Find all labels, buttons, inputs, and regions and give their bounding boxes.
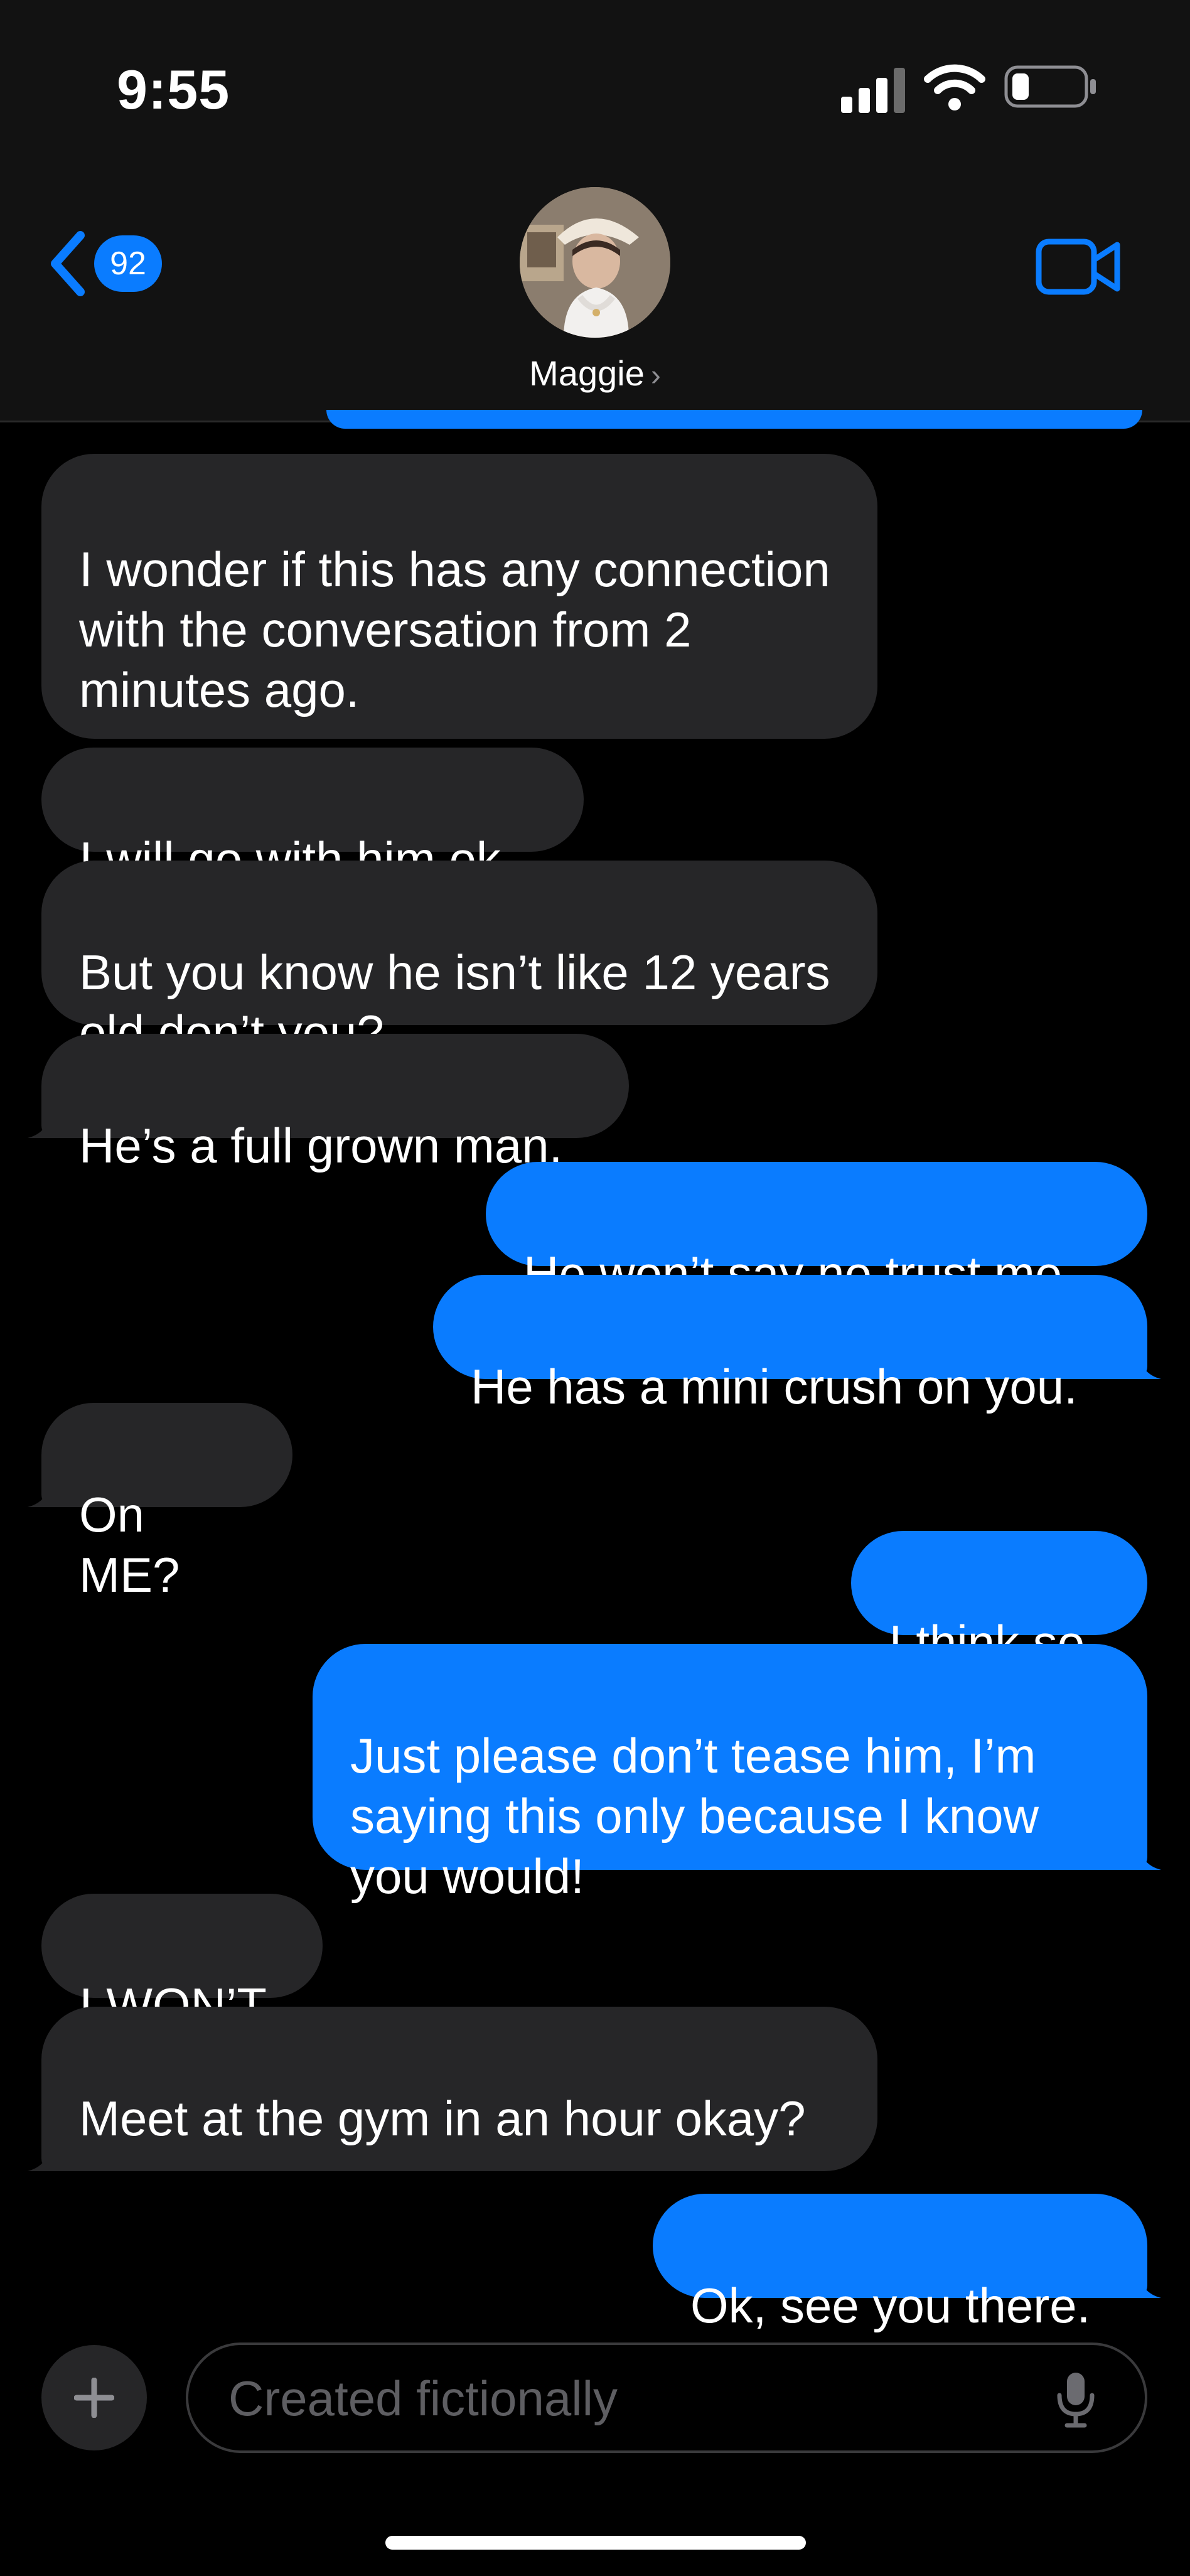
video-camera-icon[interactable] [1036,239,1121,295]
message-bubble-incoming[interactable]: I will go with him ok. [41,748,584,887]
message-bubble-outgoing[interactable]: He won’t say no trust me. [486,1162,1147,1301]
wifi-icon [924,64,985,110]
back-button[interactable]: 92 [48,226,173,301]
bubble-tail [28,1469,65,1507]
add-attachment-button[interactable] [41,2345,147,2450]
contact-avatar[interactable] [520,187,670,338]
message-bubble-outgoing[interactable]: I think so. [851,1531,1147,1670]
bubble-tail [28,1100,65,1138]
message-bubble-outgoing[interactable]: Just please don’t tease him, I’m saying … [313,1644,1161,1904]
bubble-tail [1123,1832,1161,1870]
message-input[interactable]: Created fictionally [186,2343,1147,2453]
message-bubble-outgoing[interactable]: Ok, see you there. [653,2194,1161,2333]
contact-name-button[interactable]: Maggie › [0,353,1190,394]
message-thread: I wonder if this has any connection with… [0,410,1190,2333]
message-text: I wonder if this has any connection with… [79,542,830,717]
message-bubble-outgoing[interactable]: He has a mini crush on you. [433,1275,1161,1414]
cellular-signal-icon [841,68,905,113]
bubble-tail [1123,1341,1161,1379]
battery-icon [1004,65,1096,108]
message-bubble-incoming[interactable]: But you know he isn’t like 12 years old … [41,861,877,1060]
message-input-placeholder: Created fictionally [228,2371,618,2426]
message-bubble-incoming[interactable]: I WON’T. [41,1894,323,2033]
conversation-header: 92 Maggie › [0,176,1190,422]
chevron-left-icon [51,231,85,296]
plus-icon [74,2378,114,2418]
composer-bar: Created fictionally [0,2322,1190,2461]
bubble-tail [1123,2260,1161,2298]
message-text: Meet at the gym in an hour okay? [79,2091,806,2146]
microphone-icon[interactable] [1056,2370,1096,2428]
bubble-tail [28,2133,65,2171]
contact-name: Maggie [529,353,645,393]
status-bar: 9:55 [0,0,1190,176]
message-text: He has a mini crush on you. [471,1359,1078,1414]
chevron-right-icon: › [650,359,661,392]
status-time: 9:55 [117,58,230,121]
message-bubble-incoming[interactable]: He’s a full grown man. [28,1034,629,1173]
avatar-photo [520,187,670,338]
message-bubble-incoming[interactable]: On ME? [28,1403,292,1602]
message-text: He’s a full grown man. [79,1118,563,1173]
home-indicator[interactable] [385,2536,806,2550]
unread-count-badge: 92 [94,235,162,292]
message-text: Just please don’t tease him, I’m saying … [350,1728,1039,1904]
previous-message-edge [326,410,1142,429]
message-text: On ME? [79,1487,180,1602]
message-bubble-incoming[interactable]: Meet at the gym in an hour okay? [28,2007,877,2171]
message-bubble-incoming[interactable]: I wonder if this has any connection with… [41,454,877,739]
